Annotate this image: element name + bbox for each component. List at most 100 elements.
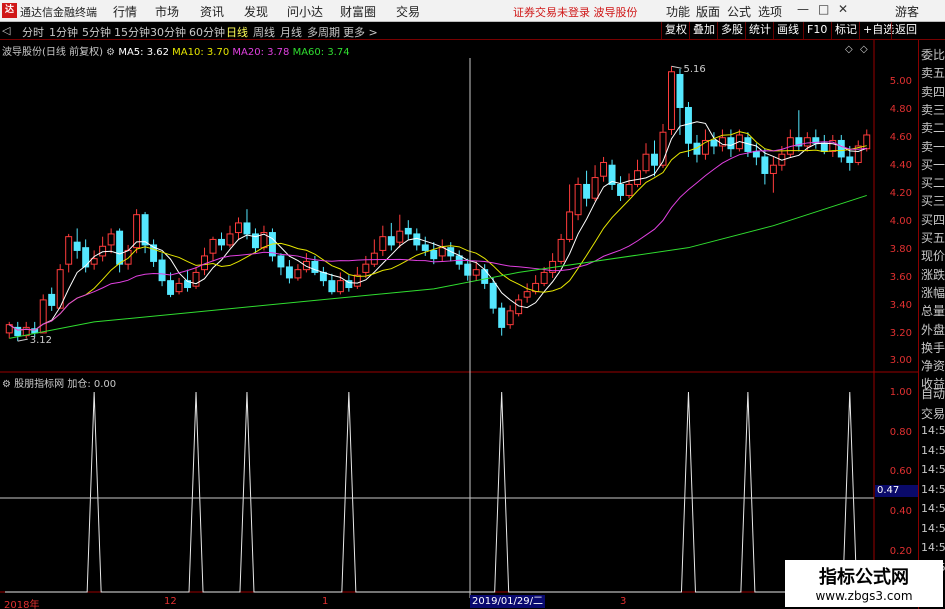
candle-body xyxy=(243,222,251,235)
candle-body xyxy=(752,150,760,158)
candle-body xyxy=(124,249,132,265)
candle-body xyxy=(676,73,684,108)
candle-body xyxy=(370,252,378,265)
y-tick-label: 4.40 xyxy=(889,160,912,171)
candle-body xyxy=(167,280,175,295)
time-label: 14:56 xyxy=(921,463,945,476)
quote-field-label: 卖四 xyxy=(921,84,945,99)
time-label: 14:56 xyxy=(921,521,945,535)
candle-body xyxy=(116,230,124,265)
ma20-label: MA20: 3.78 xyxy=(232,47,290,58)
x-tick-label: 2018年 xyxy=(4,600,40,609)
quote-field-label: 涨跌 xyxy=(921,267,945,282)
candle-body xyxy=(387,236,395,246)
candle-body xyxy=(566,211,574,240)
chart-title: 波导股份(日线 前复权) xyxy=(2,47,103,58)
indicator-legend: ⚙ 股朋指标网 加仓: 0.00 xyxy=(2,375,116,390)
x-tick-label: 3 xyxy=(620,596,627,607)
quote-field-label: 买三 xyxy=(921,194,945,209)
quote-field-label: 总量 xyxy=(921,304,945,319)
candle-body xyxy=(277,255,285,268)
candle-body xyxy=(175,282,183,293)
candle-body xyxy=(625,183,633,196)
watermark-url: www.zbgs3.com xyxy=(815,589,913,603)
quote-field-label: 卖三 xyxy=(921,102,945,117)
candle-body xyxy=(99,245,107,257)
candle-body xyxy=(489,282,497,309)
candle-body xyxy=(651,153,658,166)
candle-body xyxy=(328,280,336,293)
quote-field-label: 买五 xyxy=(921,231,945,245)
candle-body xyxy=(48,293,56,306)
candle-body xyxy=(285,266,293,279)
time-label: 14:56 xyxy=(921,541,945,554)
ma5-label: MA5: 3.62 xyxy=(118,47,169,58)
y-tick-label: 5.00 xyxy=(889,76,912,87)
candle-body xyxy=(218,238,225,246)
quote-field-label: 卖五 xyxy=(921,66,945,81)
y-tick-label: 4.80 xyxy=(889,104,912,115)
quote-field-label: 换手 xyxy=(921,340,945,355)
quote-field-label: 买二 xyxy=(921,176,945,191)
candle-body xyxy=(65,236,73,265)
time-label: 14:56 xyxy=(921,443,945,457)
y-tick-label: 3.00 xyxy=(889,355,912,366)
time-label: 14:56 xyxy=(921,424,945,437)
time-label: 14:56 xyxy=(921,502,945,515)
candle-body xyxy=(133,214,141,249)
y-tick-label: 3.40 xyxy=(889,300,912,311)
indicator-title: 股朋指标网 加仓: 0.00 xyxy=(14,379,117,390)
candle-body xyxy=(583,183,591,199)
ma-legend: 波导股份(日线 前复权) ⚙ MA5: 3.62 MA10: 3.70 MA20… xyxy=(2,43,350,58)
watermark-title: 指标公式网 xyxy=(819,567,909,588)
y2-tick-label: 0.80 xyxy=(889,427,912,438)
candle-body xyxy=(727,137,735,150)
quote-field-label: 涨幅 xyxy=(921,285,945,300)
current-value-marker: 0.47 xyxy=(875,485,918,497)
y-tick-label: 3.20 xyxy=(889,328,912,339)
x-tick-label: 1 xyxy=(322,596,329,607)
high-price-label: 5.16 xyxy=(683,64,705,75)
candle-body xyxy=(362,263,370,273)
candle-body xyxy=(430,249,438,260)
quote-field-label: 卖一 xyxy=(921,139,945,154)
candle-body xyxy=(235,222,242,234)
time-label: 14:56 xyxy=(921,482,945,496)
y2-tick-label: 0.40 xyxy=(889,506,912,517)
candle-body xyxy=(820,142,828,152)
candle-body xyxy=(31,328,39,334)
kline-chart[interactable]: 5.16 3.12 ◇ ◇ xyxy=(0,0,918,609)
candle-body xyxy=(574,183,582,216)
quote-field-label: 外盘 xyxy=(921,322,945,337)
quote-side-panel: 委比 卖五 卖四 卖三 卖二 卖一 买一 买二 买三 买四 买五 现价 涨跌 涨幅 总量 外盘 换手 净资 收益 自动… xyxy=(918,40,945,609)
candle-body xyxy=(438,247,446,257)
auto-trade-label[interactable]: 交易 xyxy=(921,405,945,422)
candle-body xyxy=(404,227,412,235)
candle-body xyxy=(421,244,429,251)
candle-body xyxy=(846,156,854,163)
y-tick-label: 3.80 xyxy=(889,244,912,255)
candle-body xyxy=(319,271,327,282)
candle-body xyxy=(379,236,387,251)
candle-body xyxy=(769,164,777,174)
settings-icon[interactable]: ⚙ xyxy=(106,47,115,58)
y2-tick-label: 0.20 xyxy=(889,546,912,557)
quote-field-label: 买一 xyxy=(921,157,945,172)
candle-body xyxy=(141,214,149,246)
candle-body xyxy=(39,299,47,334)
quote-field-label: 净资 xyxy=(921,359,945,374)
quote-field-label: 卖二 xyxy=(921,121,945,136)
candle-body xyxy=(336,280,344,293)
x-tick-label: 12 xyxy=(164,596,177,607)
indicator-line xyxy=(5,391,871,593)
crosshair-date: 2019/01/29/二 xyxy=(470,595,546,608)
quote-field-label: 买四 xyxy=(921,212,945,227)
y2-tick-label: 1.00 xyxy=(889,387,912,398)
quote-field-label: 委比 xyxy=(921,48,945,62)
diamond-icon: ◇ xyxy=(845,44,853,55)
auto-trade-label[interactable]: 自动 xyxy=(921,385,945,402)
candle-body xyxy=(591,177,599,199)
settings-icon[interactable]: ⚙ xyxy=(2,379,11,390)
low-price-label: 3.12 xyxy=(30,335,52,346)
candle-body xyxy=(209,238,217,254)
